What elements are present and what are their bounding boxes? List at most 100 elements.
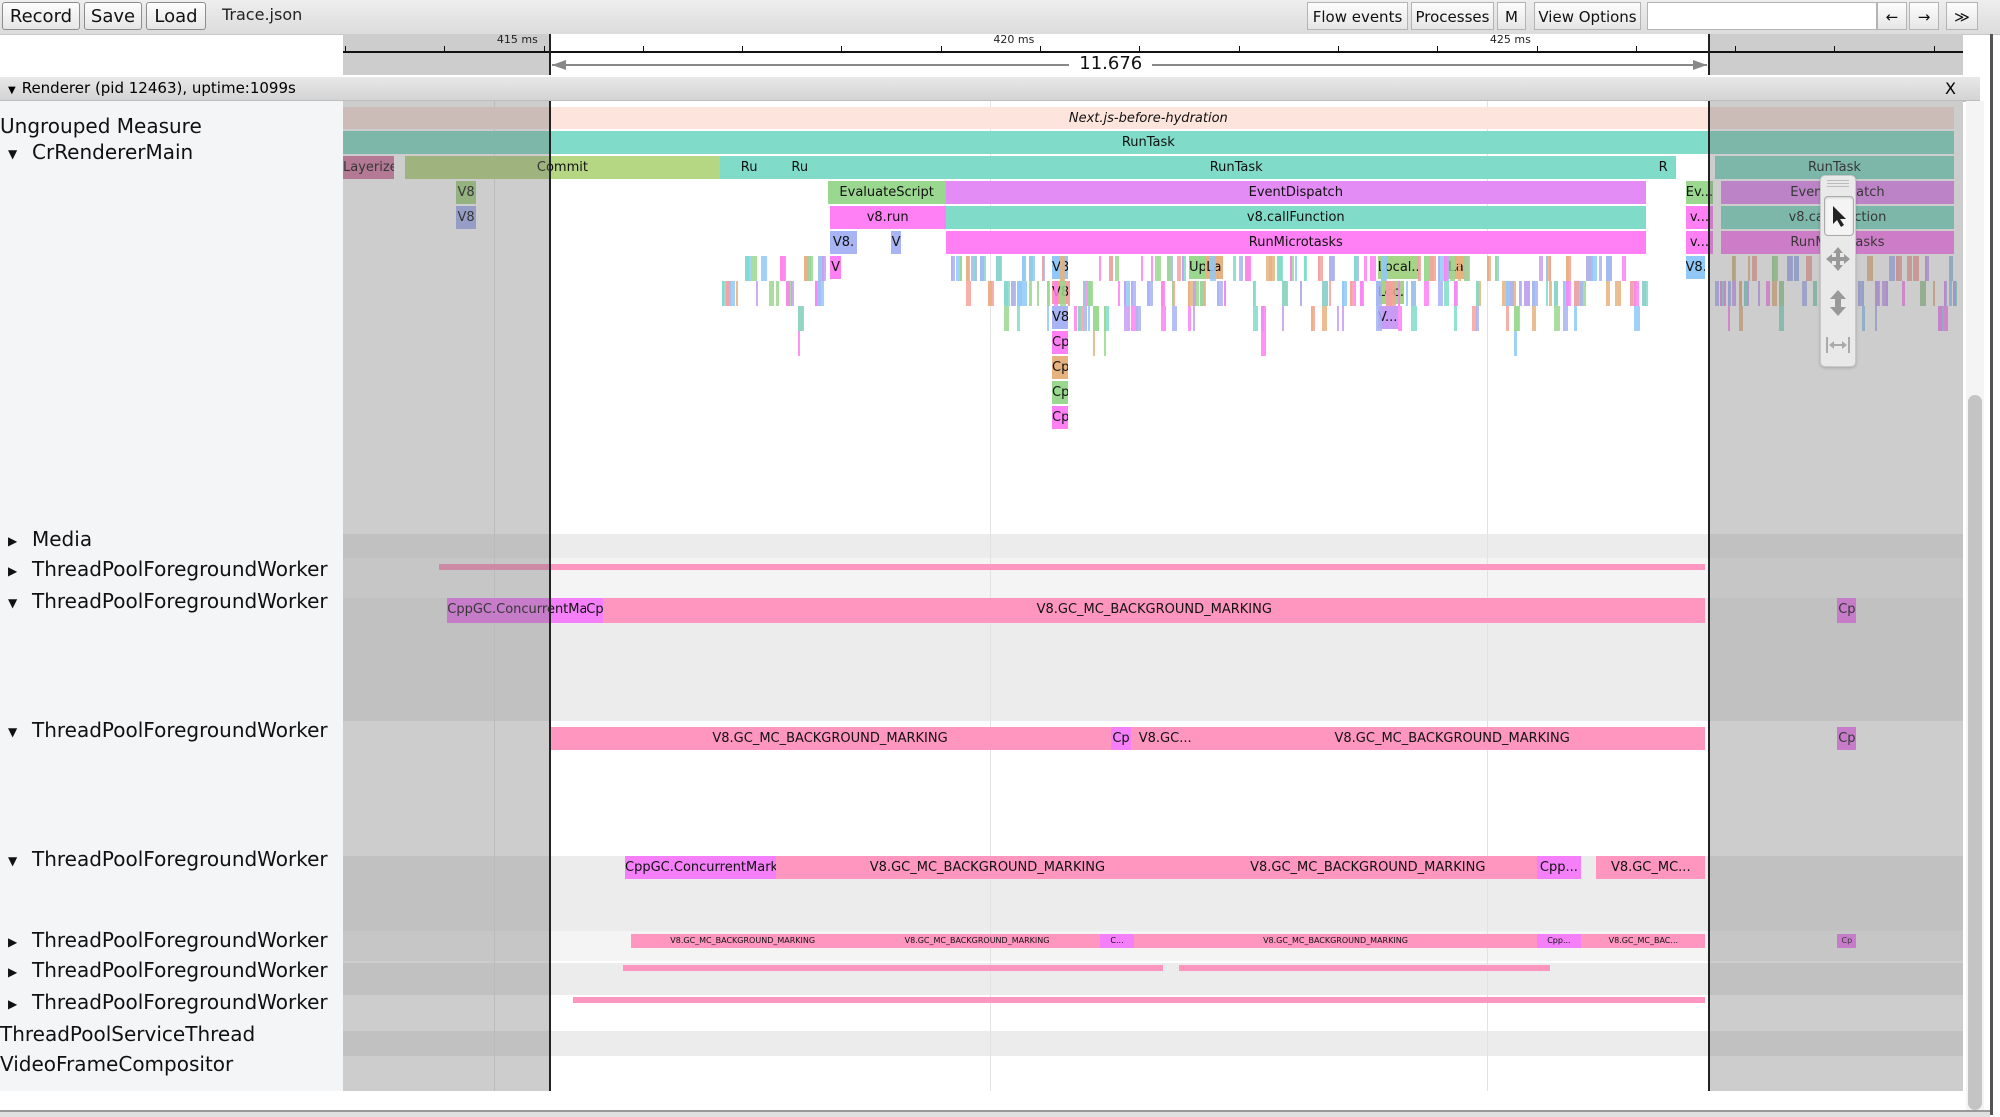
trace-sample-mark[interactable] xyxy=(1944,306,1949,331)
trace-sample-mark[interactable] xyxy=(1719,281,1722,306)
timing-mode-button[interactable] xyxy=(1824,326,1852,364)
track-label[interactable]: Ungrouped Measure xyxy=(0,114,202,138)
trace-sample-mark[interactable] xyxy=(1731,256,1735,281)
trace-sample-mark[interactable] xyxy=(1322,281,1328,306)
trace-sample-mark[interactable] xyxy=(1454,281,1458,306)
vertical-scrollbar[interactable] xyxy=(1968,395,1982,1110)
trace-sample-mark[interactable] xyxy=(1885,281,1888,306)
trace-sample-mark[interactable] xyxy=(1738,306,1743,331)
trace-sample-mark[interactable] xyxy=(1375,281,1382,306)
trace-sample-mark[interactable] xyxy=(1614,281,1621,306)
trace-sample-mark[interactable] xyxy=(1410,306,1417,331)
trace-slice[interactable]: Next.js-before-hydration xyxy=(343,107,1954,129)
trace-slice[interactable]: V8.GC_MC_BACKGROUND_MARKING xyxy=(630,934,855,948)
side-panel-divider[interactable] xyxy=(1990,34,1993,1115)
pan-mode-button[interactable] xyxy=(1824,240,1852,278)
trace-sample-mark[interactable] xyxy=(1028,281,1032,306)
trace-sample-mark[interactable] xyxy=(1177,256,1182,281)
selection-mode-button[interactable] xyxy=(1824,196,1854,236)
trace-sample-mark[interactable] xyxy=(761,256,768,281)
trace-sample-mark[interactable] xyxy=(1513,331,1517,356)
trace-slice[interactable]: Cp xyxy=(1110,727,1132,750)
trace-sample-mark[interactable] xyxy=(965,281,971,306)
trace-slice[interactable]: Ru xyxy=(720,156,778,179)
trace-sample-mark[interactable] xyxy=(1554,306,1561,331)
trace-sample-mark[interactable] xyxy=(1103,331,1106,356)
selection-start-line[interactable] xyxy=(548,101,551,1091)
trace-slice[interactable]: Cpp... xyxy=(1536,856,1582,879)
trace-sample-mark[interactable] xyxy=(1874,281,1879,306)
trace-sample-mark[interactable] xyxy=(1004,281,1011,306)
trace-slice[interactable] xyxy=(623,965,1164,971)
trace-slice[interactable]: V8.GC_MC_BACKGROUND_MARKING xyxy=(1134,934,1537,948)
trace-sample-mark[interactable] xyxy=(1429,256,1436,281)
bottom-panel-divider[interactable] xyxy=(0,1110,1990,1117)
palette-drag-handle[interactable] xyxy=(1827,180,1849,188)
trace-sample-mark[interactable] xyxy=(1566,256,1570,281)
trace-sample-mark[interactable] xyxy=(1260,331,1266,356)
trace-sample-mark[interactable] xyxy=(1059,256,1065,281)
trace-sample-mark[interactable] xyxy=(1806,256,1813,281)
trace-sample-mark[interactable] xyxy=(950,256,955,281)
search-input[interactable] xyxy=(1647,2,1877,30)
trace-sample-mark[interactable] xyxy=(1794,256,1800,281)
trace-slice[interactable]: Cp xyxy=(1837,934,1857,948)
selection-end-line[interactable] xyxy=(1707,101,1710,1091)
trace-slice[interactable]: V8.GC_MC_BAC... xyxy=(1581,934,1706,948)
trace-slice[interactable]: V8.GC_MC_BACKGROUND_MARKING xyxy=(1198,727,1706,750)
trace-sample-mark[interactable] xyxy=(1562,306,1568,331)
trace-sample-mark[interactable] xyxy=(1545,281,1548,306)
metadata-button[interactable]: M xyxy=(1497,2,1526,30)
trace-sample-mark[interactable] xyxy=(1449,256,1455,281)
trace-slice[interactable]: Commit xyxy=(404,156,721,179)
trace-slice[interactable]: Cp xyxy=(1837,727,1857,750)
trace-sample-mark[interactable] xyxy=(1294,256,1297,281)
trace-slice[interactable]: RunTask xyxy=(343,131,1954,154)
trace-sample-mark[interactable] xyxy=(1281,306,1284,331)
track-label[interactable]: ▶ Media xyxy=(0,527,92,551)
trace-sample-mark[interactable] xyxy=(730,281,736,306)
trace-sample-mark[interactable] xyxy=(1641,281,1648,306)
trace-sample-mark[interactable] xyxy=(1082,306,1087,331)
trace-sample-mark[interactable] xyxy=(1437,256,1440,281)
trace-sample-mark[interactable] xyxy=(1532,306,1537,331)
trace-sample-mark[interactable] xyxy=(1524,281,1531,306)
trace-slice[interactable]: V8.GC_MC_BACKGROUND_MARKING xyxy=(549,727,1111,750)
trace-slice[interactable]: v8.callFunction xyxy=(945,206,1646,229)
trace-slice[interactable]: V xyxy=(891,231,902,254)
trace-sample-mark[interactable] xyxy=(798,306,804,331)
trace-sample-mark[interactable] xyxy=(1082,281,1086,306)
trace-sample-mark[interactable] xyxy=(1303,256,1306,281)
trace-sample-mark[interactable] xyxy=(1866,256,1873,281)
trace-sample-mark[interactable] xyxy=(1633,281,1639,306)
trace-sample-mark[interactable] xyxy=(1486,256,1491,281)
flow-events-button[interactable]: Flow events xyxy=(1307,2,1408,30)
trace-sample-mark[interactable] xyxy=(1778,281,1784,306)
trace-sample-mark[interactable] xyxy=(776,281,780,306)
trace-sample-mark[interactable] xyxy=(1495,256,1498,281)
collapsed-triangle-icon[interactable]: ▶ xyxy=(8,534,24,548)
trace-slice[interactable]: Cpp xyxy=(1052,381,1068,404)
trace-sample-mark[interactable] xyxy=(1337,306,1340,331)
trace-sample-mark[interactable] xyxy=(1239,256,1244,281)
trace-sample-mark[interactable] xyxy=(1949,281,1953,306)
trace-sample-mark[interactable] xyxy=(1924,256,1929,281)
trace-sample-mark[interactable] xyxy=(1599,256,1603,281)
trace-sample-mark[interactable] xyxy=(1424,281,1430,306)
trace-slice[interactable]: V xyxy=(829,256,842,279)
trace-slice[interactable]: V8.GC_MC... xyxy=(1596,856,1706,879)
trace-sample-mark[interactable] xyxy=(1532,281,1539,306)
trace-slice[interactable]: R xyxy=(1650,156,1676,179)
trace-sample-mark[interactable] xyxy=(1036,281,1039,306)
trace-slice[interactable]: V8. xyxy=(1685,256,1706,279)
trace-sample-mark[interactable] xyxy=(1549,281,1553,306)
trace-sample-mark[interactable] xyxy=(1397,281,1400,306)
trace-sample-mark[interactable] xyxy=(1171,306,1177,331)
trace-sample-mark[interactable] xyxy=(1108,256,1113,281)
trace-sample-mark[interactable] xyxy=(1919,281,1925,306)
trace-sample-mark[interactable] xyxy=(1389,281,1396,306)
trace-sample-mark[interactable] xyxy=(1281,281,1287,306)
trace-sample-mark[interactable] xyxy=(1047,281,1051,306)
trace-slice[interactable]: Cpp xyxy=(1052,331,1068,354)
trace-sample-mark[interactable] xyxy=(1772,281,1778,306)
